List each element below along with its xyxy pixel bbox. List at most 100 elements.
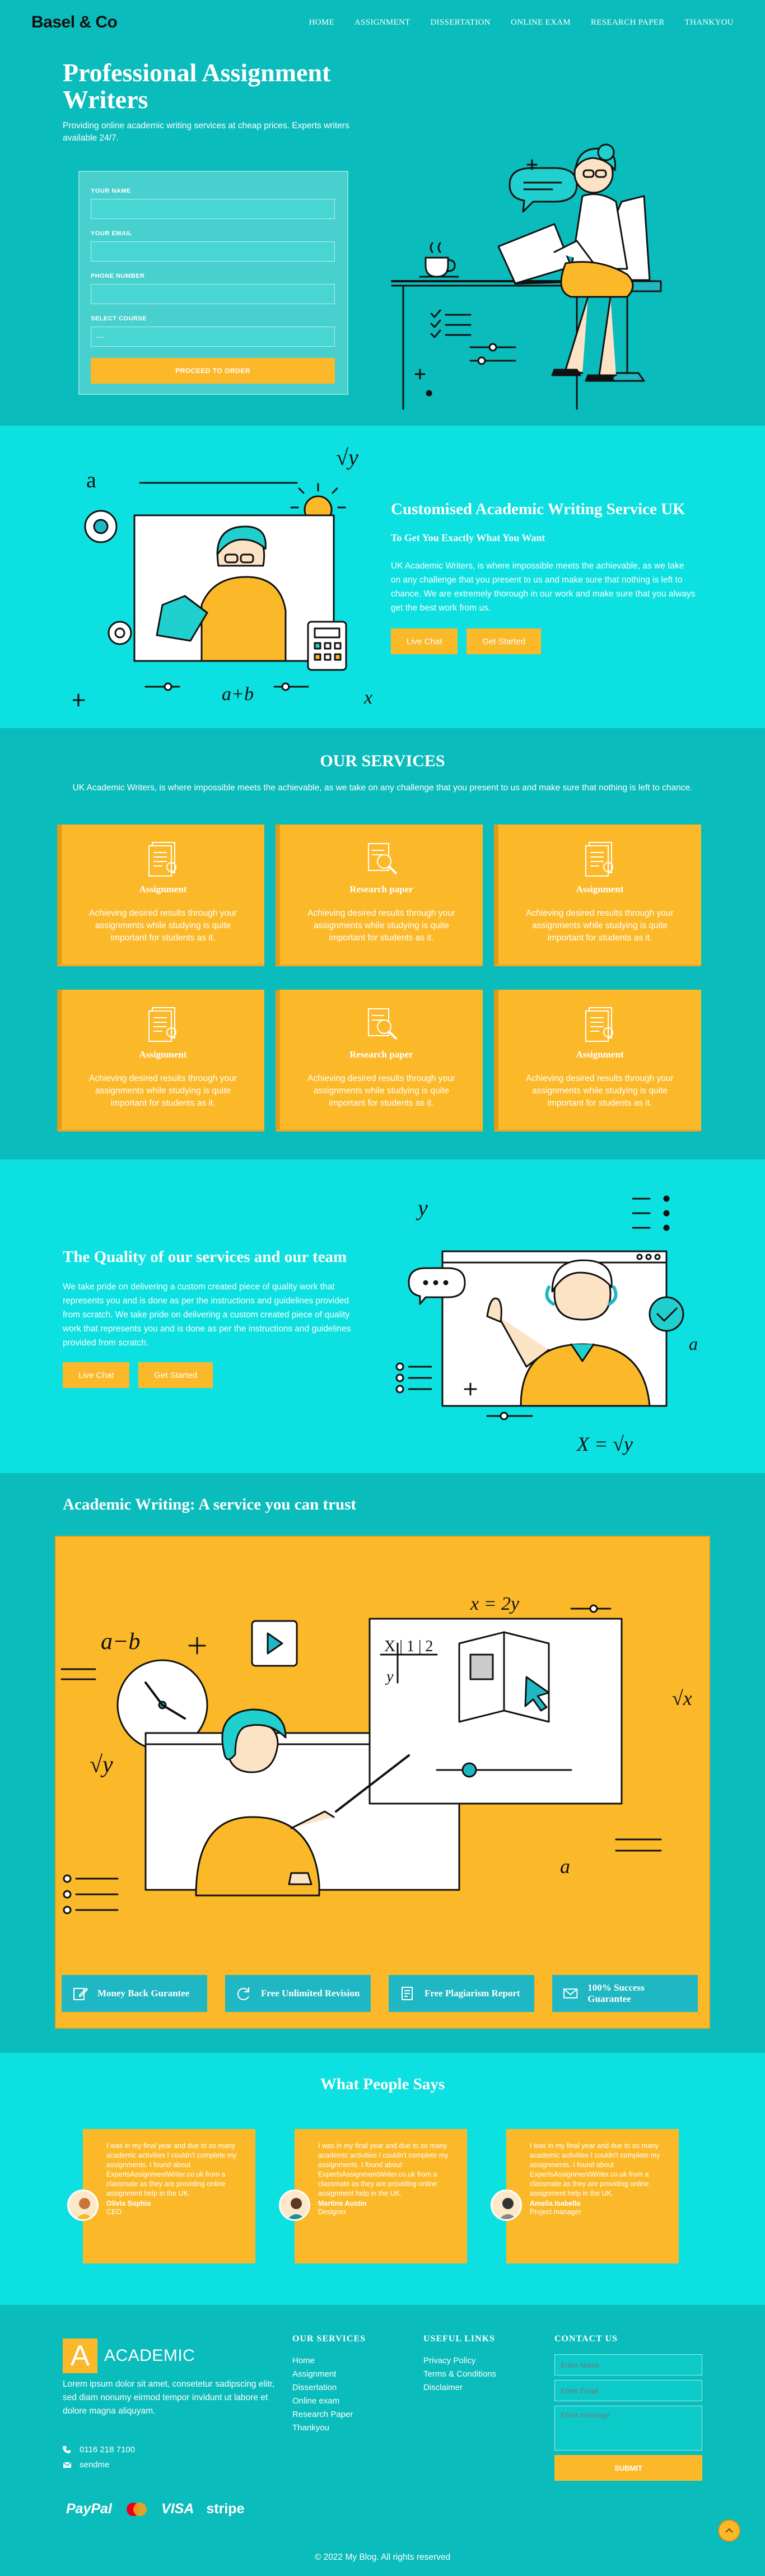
testimonial-text: I was in my final year and due to so man… <box>318 2142 449 2197</box>
testimonial-card: I was in my final year and due to so man… <box>67 2129 255 2263</box>
refresh-icon <box>237 1987 249 2000</box>
get-started-button[interactable]: Get Started <box>467 628 542 654</box>
footer-submit-button[interactable]: SUBMIT <box>554 2455 702 2481</box>
feature-plagiarism-report[interactable]: Free Plagiarism Report <box>389 1975 534 2012</box>
footer-phone[interactable]: 0116 218 7100 <box>80 2445 135 2454</box>
feature-label: Free Plagiarism Report <box>425 1988 520 1999</box>
live-chat-button[interactable]: Live Chat <box>391 628 458 654</box>
footer-link-home[interactable]: Home <box>292 2354 366 2368</box>
feature-money-back[interactable]: Money Back Gurantee <box>62 1975 207 2012</box>
footer-link-terms[interactable]: Terms & Conditions <box>423 2368 496 2381</box>
svg-text:a−b: a−b <box>101 1629 140 1655</box>
reading-man-illustration: √y a a+b x <box>73 445 372 708</box>
nav-dissertation[interactable]: DISSERTATION <box>431 18 491 27</box>
avatar <box>279 2190 310 2221</box>
testimonial-role: Designer <box>318 2208 347 2216</box>
testimonial-name: Olivia Sophia <box>106 2200 151 2207</box>
footer-about: Lorem ipsum dolor sit amet, consetetur s… <box>63 2379 275 2416</box>
hero-title: Professional Assignment Writers <box>63 58 331 114</box>
phone-input[interactable] <box>91 284 335 304</box>
nav-thankyou[interactable]: THANKYOU <box>685 18 734 27</box>
hero-illustration <box>391 143 662 410</box>
site-logo[interactable]: Basel & Co <box>31 13 118 32</box>
footer-link-thankyou[interactable]: Thankyou <box>292 2421 366 2435</box>
custom-body: UK Academic Writers, is where impossible… <box>391 561 696 613</box>
footer-link-assignment[interactable]: Assignment <box>292 2368 366 2381</box>
svg-text:√y: √y <box>336 445 358 470</box>
footer-contact-form: CONTACT US SUBMIT <box>554 2334 702 2481</box>
document-icon <box>148 1007 176 1042</box>
name-input[interactable] <box>91 199 335 219</box>
custom-writing-section: √y a a+b x Customised Academic Writing S… <box>0 426 765 728</box>
service-card[interactable]: Assignment Achieving desired results thr… <box>494 990 701 1131</box>
document-icon <box>585 842 613 877</box>
footer-link-research-paper[interactable]: Research Paper <box>292 2408 366 2421</box>
svg-text:x: x <box>363 687 372 708</box>
footer-link-online-exam[interactable]: Online exam <box>292 2395 366 2408</box>
mastercard-icon <box>127 2502 147 2516</box>
chevron-up-icon <box>725 2528 733 2533</box>
quality-body: We take pride on delivering a custom cre… <box>63 1282 351 1348</box>
nav-assignment[interactable]: ASSIGNMENT <box>354 18 411 27</box>
document-icon <box>585 1007 613 1042</box>
svg-text:X = √y: X = √y <box>576 1433 633 1455</box>
service-text: Achieving desired results through your a… <box>89 909 237 943</box>
service-title: Assignment <box>576 884 624 895</box>
trust-title: Academic Writing: A service you can trus… <box>63 1496 357 1513</box>
feature-label: Money Back Gurantee <box>97 1988 190 1999</box>
nav-research-paper[interactable]: RESEARCH PAPER <box>591 18 665 27</box>
service-card[interactable]: Assignment Achieving desired results thr… <box>57 824 264 966</box>
footer-link-disclaimer[interactable]: Disclaimer <box>423 2381 496 2395</box>
footer-name-input[interactable] <box>554 2354 702 2375</box>
footer-message-input[interactable] <box>554 2406 702 2451</box>
testimonial-text: I was in my final year and due to so man… <box>106 2142 237 2197</box>
testimonial-card: I was in my final year and due to so man… <box>279 2129 467 2263</box>
site-header: Basel & Co HOME ASSIGNMENT DISSERTATION … <box>0 0 765 45</box>
service-title: Research paper <box>349 884 413 895</box>
footer-useful-title: USEFUL LINKS <box>423 2334 496 2344</box>
get-started-button[interactable]: Get Started <box>138 1362 213 1388</box>
main-nav: HOME ASSIGNMENT DISSERTATION ONLINE EXAM… <box>309 18 734 27</box>
report-icon <box>402 1987 413 2000</box>
footer-services-column: OUR SERVICES Home Assignment Dissertatio… <box>292 2334 366 2435</box>
hero-lead: Providing online academic writing servic… <box>63 121 349 143</box>
footer-email[interactable]: sendme <box>80 2460 109 2470</box>
footer-contact: 0116 218 7100 sendme <box>63 2445 135 2475</box>
scroll-to-top-button[interactable] <box>718 2519 740 2542</box>
service-card[interactable]: Assignment Achieving desired results thr… <box>57 990 264 1131</box>
email-input[interactable] <box>91 241 335 262</box>
service-title: Assignment <box>576 1049 624 1060</box>
nav-online-exam[interactable]: ONLINE EXAM <box>511 18 571 27</box>
stripe-logo: stripe <box>206 2501 245 2517</box>
quality-section: The Quality of our services and our team… <box>0 1159 765 1473</box>
feature-free-revision[interactable]: Free Unlimited Revision <box>225 1975 371 2012</box>
testimonial-role: Project manager <box>530 2208 581 2216</box>
quality-title: The Quality of our services and our team <box>63 1248 347 1266</box>
footer-logo[interactable]: A ACADEMIC <box>63 2339 195 2373</box>
service-card[interactable]: Assignment Achieving desired results thr… <box>494 824 701 966</box>
footer-link-privacy[interactable]: Privacy Policy <box>423 2354 496 2368</box>
service-card[interactable]: Research paper Achieving desired results… <box>276 824 483 966</box>
live-chat-button[interactable]: Live Chat <box>63 1362 130 1388</box>
feature-success-guarantee[interactable]: 100% Success Guarantee <box>552 1975 698 2012</box>
name-label: YOUR NAME <box>91 188 131 194</box>
visa-logo: VISA <box>161 2501 194 2517</box>
service-title: Assignment <box>139 884 187 895</box>
service-card[interactable]: Research paper Achieving desired results… <box>276 990 483 1131</box>
svg-text:y: y <box>385 1668 394 1685</box>
nav-home[interactable]: HOME <box>309 18 334 27</box>
service-text: Achieving desired results through your a… <box>307 1074 455 1108</box>
svg-text:a: a <box>689 1334 698 1354</box>
proceed-to-order-button[interactable]: PROCEED TO ORDER <box>91 358 335 384</box>
payment-methods: PayPal VISA stripe <box>66 2501 244 2517</box>
logo-mark: A <box>63 2339 97 2373</box>
trust-panel: a−b X | 1 | 2 y x = 2y √x √y a Money Bac… <box>55 1536 710 2029</box>
course-select[interactable]: ---- <box>91 327 335 347</box>
svg-text:a: a <box>86 467 96 492</box>
footer-email-input[interactable] <box>554 2380 702 2401</box>
svg-text:√x: √x <box>672 1687 692 1709</box>
course-label: SELECT COURSE <box>91 315 147 322</box>
site-footer: A ACADEMIC Lorem ipsum dolor sit amet, c… <box>0 2305 765 2576</box>
footer-link-dissertation[interactable]: Dissertation <box>292 2381 366 2395</box>
hero-section: Professional Assignment Writers Providin… <box>0 45 765 426</box>
